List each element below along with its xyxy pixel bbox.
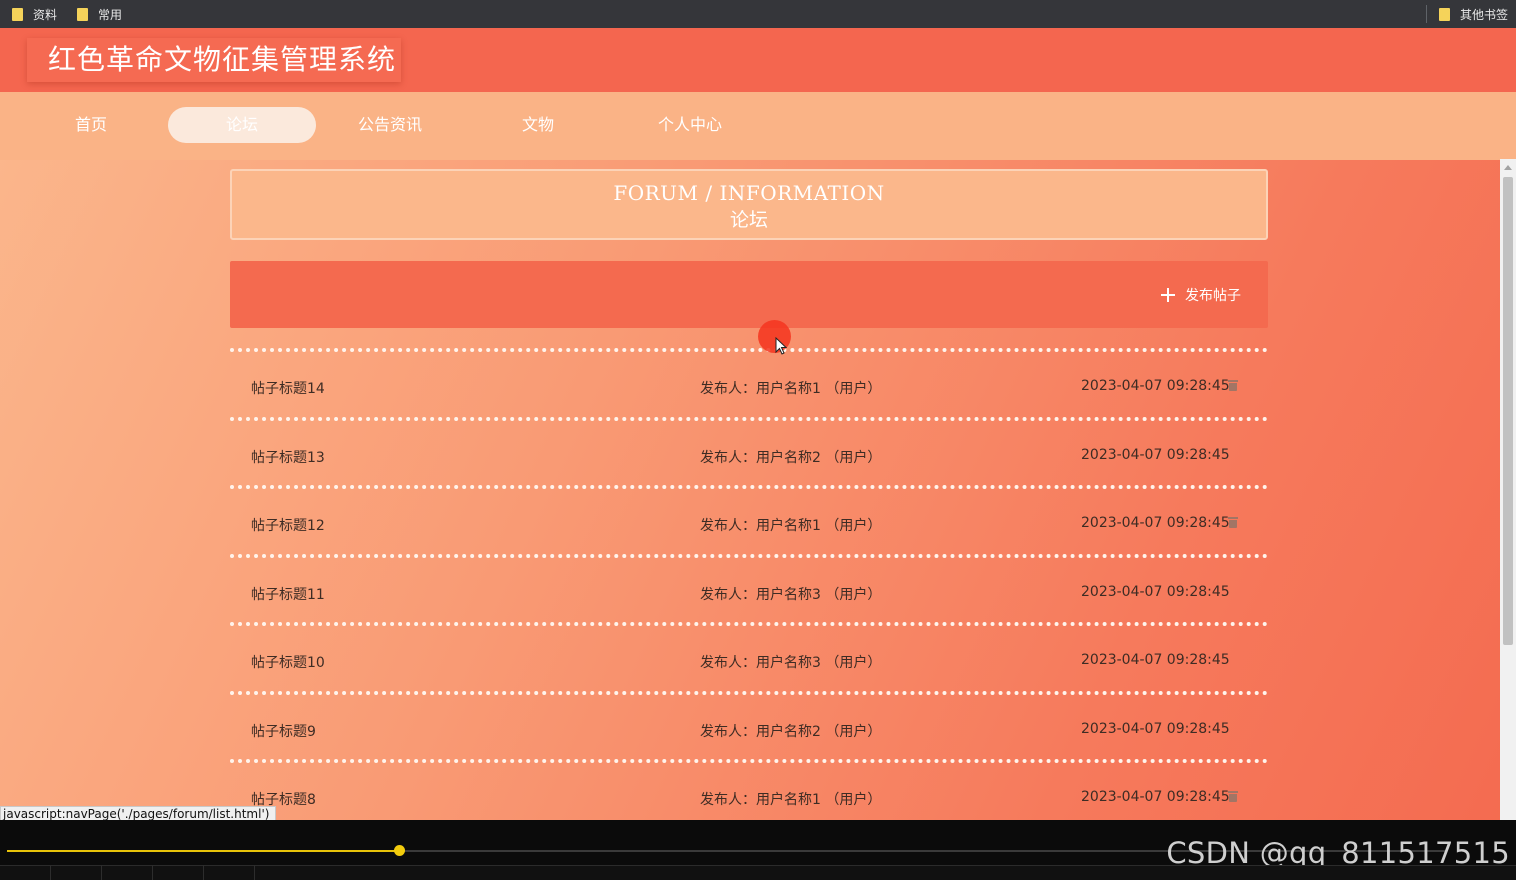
forum-post-list: 帖子标题14 发布人：用户名称1 （用户） 2023-04-07 09:28:45 帖… (230, 348, 1268, 820)
post-author: 发布人：用户名称3 （用户） (700, 586, 882, 603)
bookmark-folder[interactable]: 常用 (77, 6, 122, 23)
page-viewport: 红色革命文物征集管理系统 首页 论坛 公告资讯 文物 个人中心 FORUM / … (0, 28, 1516, 820)
video-player-bar: CSDN @qq_811517515 (0, 820, 1516, 880)
control-segment (101, 865, 102, 880)
control-segment (152, 865, 153, 880)
control-segment (50, 865, 51, 880)
player-controls-strip (0, 865, 1516, 880)
post-author: 发布人：用户名称3 （用户） (700, 655, 882, 671)
folder-icon (12, 7, 23, 21)
control-segment (254, 865, 255, 880)
bookmark-label: 常用 (98, 7, 123, 22)
nav-item-forum[interactable]: 论坛 (168, 107, 316, 143)
post-title[interactable]: 帖子标题12 (251, 515, 325, 535)
nav-item-profile[interactable]: 个人中心 (616, 107, 764, 143)
nav-item-news[interactable]: 公告资讯 (316, 107, 464, 143)
bookmarks-bar: 资料 常用 其他书签 (0, 0, 1516, 28)
banner-title-cn: 论坛 (729, 209, 768, 231)
forum-banner: FORUM / INFORMATION 论坛 (230, 169, 1268, 240)
action-bar: 发布帖子 (230, 261, 1268, 328)
post-time: 2023-04-07 09:28:45 (1081, 446, 1230, 463)
nav-item-relics[interactable]: 文物 (464, 107, 612, 143)
bookmark-folder[interactable]: 资料 (12, 6, 57, 23)
publish-post-button[interactable]: 发布帖子 (1161, 285, 1241, 305)
page-scrollbar[interactable] (1500, 159, 1516, 820)
post-title[interactable]: 帖子标题11 (251, 584, 325, 604)
publish-post-label: 发布帖子 (1185, 288, 1241, 304)
post-time: 2023-04-07 09:28:45 (1081, 652, 1230, 668)
post-time: 2023-04-07 09:28:45 (1081, 720, 1230, 737)
other-bookmarks[interactable]: 其他书签 (1425, 0, 1508, 28)
nav-item-home[interactable]: 首页 (17, 107, 165, 143)
forum-post-row[interactable]: 帖子标题14 发布人：用户名称1 （用户） 2023-04-07 09:28:45 (230, 352, 1268, 417)
trash-icon[interactable] (1228, 791, 1238, 802)
post-time: 2023-04-07 09:28:45 (1081, 583, 1230, 600)
progress-knob[interactable] (394, 845, 405, 856)
post-time: 2023-04-07 09:28:45 (1081, 515, 1230, 531)
post-author: 发布人：用户名称1 （用户） (700, 518, 882, 534)
main-nav: 首页 论坛 公告资讯 文物 个人中心 (0, 92, 1516, 160)
banner-title-en: FORUM / INFORMATION (613, 181, 885, 205)
forum-post-row[interactable]: 帖子标题12 发布人：用户名称1 （用户） 2023-04-07 09:28:45 (230, 489, 1268, 554)
post-title[interactable]: 帖子标题14 (251, 378, 325, 398)
control-segment (203, 865, 204, 880)
post-title[interactable]: 帖子标题13 (251, 447, 325, 467)
post-time: 2023-04-07 09:28:45 (1081, 789, 1230, 805)
folder-icon (77, 7, 89, 21)
other-bookmarks-label: 其他书签 (1459, 7, 1508, 22)
post-title[interactable]: 帖子标题9 (251, 721, 316, 741)
post-author: 发布人：用户名称1 （用户） (700, 381, 882, 397)
status-bar-link: javascript:navPage('./pages/forum/list.h… (0, 806, 277, 820)
forum-post-row[interactable]: 帖子标题8 发布人：用户名称1 （用户） 2023-04-07 09:28:45 (230, 763, 1268, 820)
forum-post-row[interactable]: 帖子标题11 发布人：用户名称3 （用户） 2023-04-07 09:28:45 (230, 558, 1268, 623)
progress-fill (7, 850, 399, 852)
site-header: 红色革命文物征集管理系统 (0, 28, 1516, 92)
folder-icon (1438, 7, 1450, 21)
site-title: 红色革命文物征集管理系统 (27, 38, 401, 82)
trash-icon[interactable] (1228, 380, 1238, 391)
forum-post-row[interactable]: 帖子标题9 发布人：用户名称2 （用户） 2023-04-07 09:28:45 (230, 695, 1268, 760)
scroll-up-arrow-icon[interactable] (1504, 165, 1512, 170)
scroll-thumb[interactable] (1503, 177, 1513, 645)
forum-post-row[interactable]: 帖子标题10 发布人：用户名称3 （用户） 2023-04-07 09:28:45 (230, 626, 1268, 691)
post-author: 发布人：用户名称2 （用户） (700, 449, 882, 466)
mouse-pointer-icon (775, 337, 787, 355)
post-author: 发布人：用户名称1 （用户） (700, 792, 882, 808)
post-author: 发布人：用户名称2 （用户） (700, 723, 882, 740)
trash-icon[interactable] (1228, 517, 1238, 528)
post-title[interactable]: 帖子标题10 (251, 652, 325, 672)
bookmark-separator (1425, 5, 1427, 23)
forum-post-row[interactable]: 帖子标题13 发布人：用户名称2 （用户） 2023-04-07 09:28:45 (230, 421, 1268, 486)
plus-icon (1161, 288, 1175, 302)
bookmark-label: 资料 (33, 7, 58, 22)
post-time: 2023-04-07 09:28:45 (1081, 378, 1230, 394)
